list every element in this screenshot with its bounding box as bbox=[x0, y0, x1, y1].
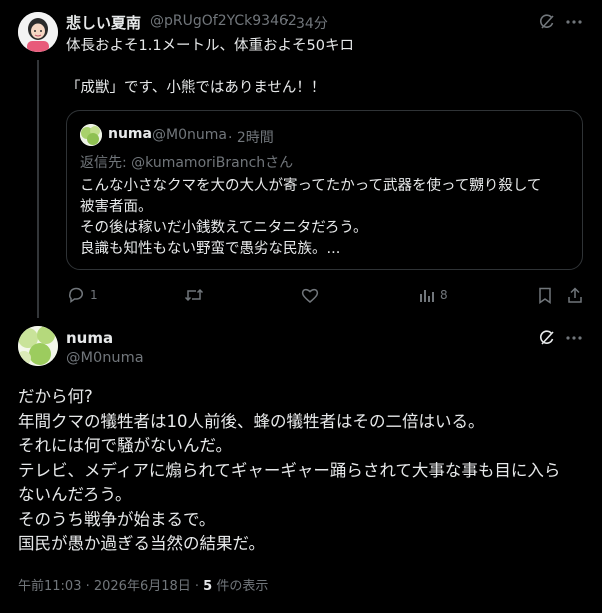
reply-author-name[interactable]: 悲しい夏南 bbox=[66, 12, 141, 33]
avatar-quoted-author bbox=[80, 124, 102, 146]
views-icon[interactable] bbox=[417, 285, 437, 305]
post-timestamp[interactable]: 午前11:03 · 2026年6月18日 · bbox=[18, 579, 203, 594]
quoted-text-line-4: 良識も知性もない野蛮で愚劣な民族。... bbox=[80, 241, 341, 257]
more-icon[interactable] bbox=[563, 11, 585, 33]
main-text-line-2: 年間クマの犠牲者は10人前後、蜂の犠牲者はその二倍はいる。 bbox=[18, 411, 485, 431]
reply-author-handle[interactable]: @pRUgOf2YCk93462 bbox=[150, 13, 297, 29]
view-label: 件の表示 bbox=[212, 579, 269, 594]
grok-icon[interactable] bbox=[536, 11, 558, 33]
view-count: 8 bbox=[440, 288, 448, 302]
main-text-line-4: テレビ、メディアに煽られてギャーギャー踊らされて大事な事も目に入ら bbox=[18, 460, 561, 480]
separator-dot: · bbox=[285, 13, 290, 29]
avatar-main-author[interactable] bbox=[18, 326, 58, 366]
like-icon[interactable] bbox=[300, 285, 320, 305]
main-text-line-3: それには何で騒がないんだ。 bbox=[18, 436, 233, 455]
reply-text-line-2: 「成獣」です、小熊ではありません！！ bbox=[66, 80, 326, 96]
share-icon[interactable] bbox=[565, 285, 585, 305]
quoted-text-line-2: 被害者面。 bbox=[80, 199, 153, 215]
quoted-reply-to: 返信先: @kumamoriBranchさん bbox=[80, 155, 294, 171]
view-number: 5 bbox=[203, 579, 213, 594]
quoted-author-handle: @M0numa bbox=[152, 127, 227, 143]
main-author-handle[interactable]: @M0numa bbox=[66, 350, 144, 366]
quoted-time: · 2時間 bbox=[228, 130, 274, 146]
reply-count: 1 bbox=[90, 288, 98, 302]
tweet-thread: 悲しい夏南 @pRUgOf2YCk93462 · 34分 体長およそ1.1メート… bbox=[0, 0, 602, 613]
main-text-line-7: 国民が愚か過ぎる当然の結果だ。 bbox=[18, 534, 266, 553]
main-text-line-5: ないんだろう。 bbox=[18, 485, 132, 504]
bookmark-icon[interactable] bbox=[535, 285, 555, 305]
main-author-name[interactable]: numa bbox=[66, 329, 113, 347]
quoted-text-line-1: こんな小さなクマを大の大人が寄ってたかって武器を使って嬲り殺して bbox=[80, 178, 542, 194]
main-text-line-1: だから何? bbox=[18, 387, 93, 406]
more-icon-main[interactable] bbox=[563, 327, 585, 349]
quoted-text-line-3: その後は稼いだ小銭数えてニタニタだろう。 bbox=[80, 220, 368, 236]
reply-time[interactable]: 34分 bbox=[296, 13, 328, 33]
thread-connector-line bbox=[37, 60, 39, 318]
grok-icon-main[interactable] bbox=[536, 327, 558, 349]
avatar-reply-author[interactable] bbox=[18, 12, 58, 52]
main-text-line-6: そのうち戦争が始まるで。 bbox=[18, 509, 216, 529]
reply-text-line-1: 体長およそ1.1メートル、体重およそ50キロ bbox=[66, 38, 355, 54]
main-post-text: だから何? 年間クマの犠牲者は10人前後、蜂の犠牲者はその二倍はいる。 それには… bbox=[18, 385, 588, 557]
reply-icon[interactable] bbox=[66, 285, 86, 305]
post-metadata: 午前11:03 · 2026年6月18日 · 5 件の表示 bbox=[18, 575, 268, 594]
retweet-icon[interactable] bbox=[183, 285, 205, 305]
quoted-author-name: numa bbox=[108, 126, 152, 142]
